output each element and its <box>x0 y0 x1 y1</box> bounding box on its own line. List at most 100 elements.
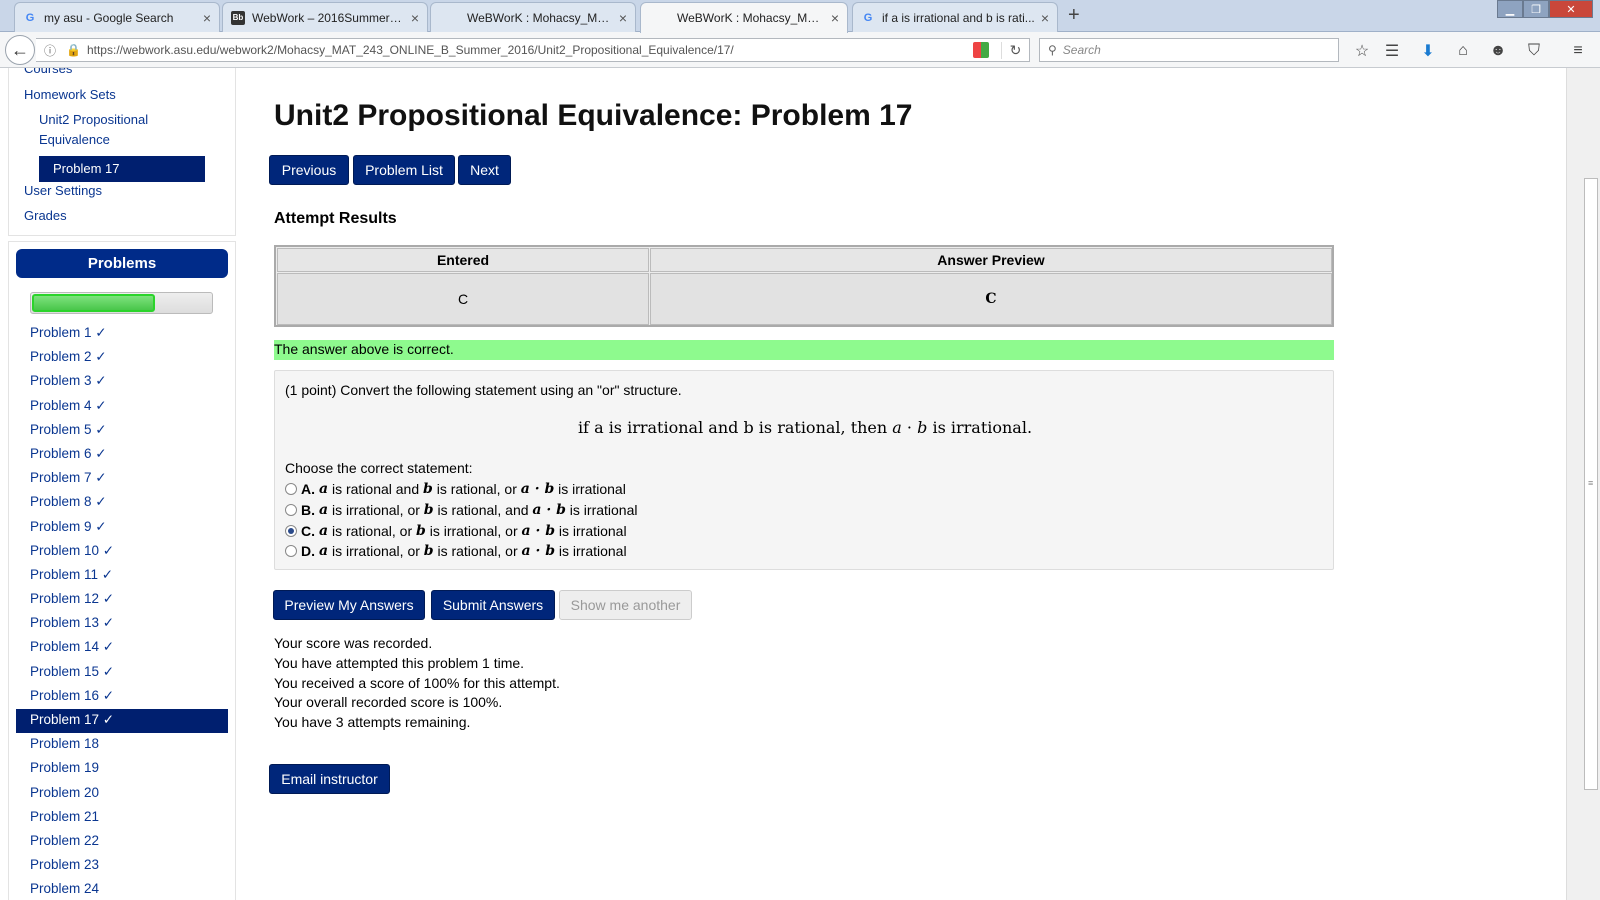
problem-list-item[interactable]: Problem 4 ✓ <box>16 395 228 419</box>
problem-list-item[interactable]: Problem 20 <box>16 782 228 806</box>
problem-list-button[interactable]: Problem List <box>353 155 455 185</box>
problem-list-item[interactable]: Problem 13 ✓ <box>16 612 228 636</box>
math-product: a · b <box>521 543 555 559</box>
problem-list-item[interactable]: Problem 18 <box>16 733 228 757</box>
email-instructor-button[interactable]: Email instructor <box>269 764 390 794</box>
next-button[interactable]: Next <box>458 155 511 185</box>
submit-answers-button[interactable]: Submit Answers <box>431 590 555 620</box>
problem-list-item[interactable]: Problem 8 ✓ <box>16 491 228 515</box>
info-icon[interactable]: ⓘ <box>44 42 56 59</box>
radio-button[interactable] <box>285 545 297 557</box>
blackboard-icon: Bb <box>231 10 245 25</box>
problem-list-item[interactable]: Problem 11 ✓ <box>16 564 228 588</box>
back-arrow-icon[interactable]: ← <box>5 35 35 65</box>
choice-text: is irrational <box>558 523 627 539</box>
page-title: Unit2 Propositional Equivalence: Problem… <box>274 99 913 132</box>
choice-text: is rational, and <box>437 502 529 518</box>
close-icon[interactable]: × <box>831 10 839 26</box>
reading-list-icon[interactable]: ☰ <box>1382 41 1402 61</box>
minimize-button[interactable]: ▁ <box>1497 0 1523 18</box>
math-product: a · b <box>532 502 566 518</box>
problem-list-item[interactable]: Problem 24 <box>16 878 228 900</box>
grades-link[interactable]: Grades <box>24 206 67 226</box>
math-var-a: a <box>319 523 329 539</box>
previous-button[interactable]: Previous <box>269 155 349 185</box>
problem-list-item[interactable]: Problem 21 <box>16 806 228 830</box>
sidebar: Courses Homework Sets Unit2 Propositiona… <box>8 68 236 900</box>
choice-letter: D. <box>301 543 315 559</box>
browser-tab[interactable]: Bb WebWork – 2016SummerB... × <box>222 2 428 32</box>
problem-list-item[interactable]: Problem 23 <box>16 854 228 878</box>
browser-tab[interactable]: G my asu - Google Search × <box>14 2 220 32</box>
choice-text: is irrational, or <box>331 502 420 518</box>
close-icon[interactable]: × <box>1041 10 1049 26</box>
reload-icon[interactable]: ↻ <box>1001 41 1029 59</box>
problem-list-item[interactable]: Problem 16 ✓ <box>16 685 228 709</box>
answer-choice[interactable]: D. a is irrational, or b is rational, or … <box>285 543 627 559</box>
close-window-button[interactable]: ✕ <box>1549 0 1593 18</box>
new-tab-button[interactable]: + <box>1068 4 1080 27</box>
browser-tab[interactable]: WeBWorK : Mohacsy_MAT... × <box>430 2 636 32</box>
browser-tab[interactable]: G if a is irrational and b is rati... × <box>852 2 1058 32</box>
page-scrollbar[interactable]: ≡ <box>1566 68 1600 900</box>
answer-choice[interactable]: B. a is irrational, or b is rational, and… <box>285 502 638 518</box>
search-input[interactable]: ⚲ Search <box>1039 38 1339 62</box>
extension-icon[interactable] <box>973 42 989 58</box>
browser-tab-active[interactable]: WeBWorK : Mohacsy_MAT... × <box>640 2 848 33</box>
chat-icon[interactable]: ☻ <box>1488 41 1508 61</box>
math-var-a: a <box>892 418 902 437</box>
radio-button[interactable] <box>285 483 297 495</box>
problem-list-item[interactable]: Problem 9 ✓ <box>16 516 228 540</box>
problem-list-item[interactable]: Problem 2 ✓ <box>16 346 228 370</box>
choice-letter: A. <box>301 481 315 497</box>
problem-list-item[interactable]: Problem 14 ✓ <box>16 636 228 660</box>
problem-list-item[interactable]: Problem 7 ✓ <box>16 467 228 491</box>
main-content: Unit2 Propositional Equivalence: Problem… <box>236 68 1566 900</box>
answer-choice[interactable]: C. a is rational, or b is irrational, or … <box>285 523 627 539</box>
problem-list-item[interactable]: Problem 5 ✓ <box>16 419 228 443</box>
math-dot: · <box>901 418 918 437</box>
radio-button[interactable] <box>285 525 297 537</box>
tab-title: WebWork – 2016SummerB... <box>252 10 405 25</box>
answer-choice[interactable]: A. a is rational and b is rational, or a … <box>285 481 626 497</box>
radio-button[interactable] <box>285 504 297 516</box>
problem-list-item[interactable]: Problem 15 ✓ <box>16 661 228 685</box>
problem-list-item[interactable]: Problem 1 ✓ <box>16 322 228 346</box>
home-icon[interactable]: ⌂ <box>1453 41 1473 61</box>
set-link-line2[interactable]: Equivalence <box>39 130 110 150</box>
problem-list-item[interactable]: Problem 19 <box>16 757 228 781</box>
user-settings-link[interactable]: User Settings <box>24 181 102 201</box>
choose-label: Choose the correct statement: <box>285 460 473 476</box>
problem-list-item[interactable]: Problem 6 ✓ <box>16 443 228 467</box>
courses-link[interactable]: Courses <box>24 68 72 79</box>
math-var-a: a <box>319 502 329 518</box>
tab-title: my asu - Google Search <box>44 10 174 25</box>
homework-sets-link[interactable]: Homework Sets <box>24 85 116 105</box>
maximize-button[interactable]: ❐ <box>1523 0 1549 18</box>
problem-list-item[interactable]: Problem 10 ✓ <box>16 540 228 564</box>
column-header-answer-preview: Answer Preview <box>650 248 1332 272</box>
correct-answer-message: The answer above is correct. <box>274 340 1334 360</box>
problem-list-item[interactable]: Problem 22 <box>16 830 228 854</box>
choice-text: is irrational <box>558 543 627 559</box>
preview-answers-button[interactable]: Preview My Answers <box>273 590 425 620</box>
attempt-results-heading: Attempt Results <box>274 210 397 227</box>
problem-list-item-current[interactable]: Problem 17 ✓ <box>16 709 228 734</box>
menu-icon[interactable]: ≡ <box>1568 41 1588 61</box>
close-icon[interactable]: × <box>411 10 419 26</box>
problem-list-item[interactable]: Problem 3 ✓ <box>16 370 228 394</box>
choice-text: is rational and <box>331 481 420 497</box>
pocket-icon[interactable]: ⛉ <box>1524 41 1544 61</box>
download-icon[interactable]: ⬇ <box>1418 41 1438 61</box>
show-another-button[interactable]: Show me another <box>559 590 692 620</box>
progress-bar <box>30 292 213 314</box>
close-icon[interactable]: × <box>619 10 627 26</box>
math-var-b: b <box>416 523 426 539</box>
close-icon[interactable]: × <box>203 10 211 26</box>
set-link-line1[interactable]: Unit2 Propositional <box>39 110 148 130</box>
address-bar[interactable]: ⓘ 🔒 https://webwork.asu.edu/webwork2/Moh… <box>36 38 1030 62</box>
problem-list: Problem 1 ✓ Problem 2 ✓ Problem 3 ✓ Problem… <box>16 322 228 900</box>
bookmark-star-icon[interactable]: ☆ <box>1352 41 1372 61</box>
problem-list-item[interactable]: Problem 12 ✓ <box>16 588 228 612</box>
current-problem-link[interactable]: Problem 17 <box>39 156 205 182</box>
